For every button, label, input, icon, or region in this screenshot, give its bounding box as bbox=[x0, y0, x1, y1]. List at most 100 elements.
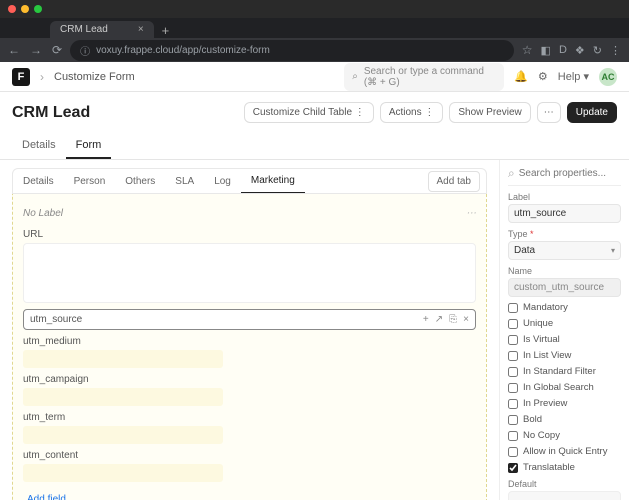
prop-type-label: Type * bbox=[508, 229, 621, 239]
extension-icon[interactable]: ⋮ bbox=[610, 44, 621, 57]
more-button[interactable]: ⋯ bbox=[537, 102, 561, 123]
back-icon[interactable]: ← bbox=[8, 43, 20, 57]
checkbox-is-virtual[interactable]: Is Virtual bbox=[508, 334, 621, 345]
checkbox-input[interactable] bbox=[508, 447, 518, 457]
form-tab-others[interactable]: Others bbox=[115, 170, 165, 193]
checkbox-input[interactable] bbox=[508, 335, 518, 345]
checkbox-mandatory[interactable]: Mandatory bbox=[508, 302, 621, 313]
move-icon[interactable]: ↗ bbox=[435, 314, 443, 325]
copy-icon[interactable]: ⎘ bbox=[449, 314, 457, 325]
section-menu-icon[interactable]: ⋯ bbox=[466, 208, 476, 219]
label-input[interactable] bbox=[508, 204, 621, 223]
form-tab-person[interactable]: Person bbox=[64, 170, 116, 193]
delete-icon[interactable]: × bbox=[463, 314, 469, 325]
extension-icon[interactable]: ↻ bbox=[593, 44, 602, 57]
checkbox-input[interactable] bbox=[508, 463, 518, 473]
tab-form[interactable]: Form bbox=[66, 133, 112, 159]
properties-panel: ⌕ × Label Type * Data▾ Name MandatoryUni… bbox=[499, 160, 629, 500]
search-icon: ⌕ bbox=[508, 166, 515, 181]
minimize-window-icon[interactable] bbox=[21, 5, 29, 13]
bookmark-icon[interactable]: ☆ bbox=[522, 43, 533, 57]
help-link[interactable]: Help ▾ bbox=[558, 70, 589, 83]
field-utm-content[interactable]: utm_content bbox=[23, 450, 476, 482]
field-input-preview bbox=[23, 350, 223, 368]
search-icon: ⌕ bbox=[352, 71, 358, 82]
selected-field-label: utm_source bbox=[30, 314, 82, 325]
form-tab-details[interactable]: Details bbox=[13, 170, 64, 193]
update-button[interactable]: Update bbox=[567, 102, 617, 123]
customize-child-table-button[interactable]: Customize Child Table ⋮ bbox=[244, 102, 374, 123]
checkbox-input[interactable] bbox=[508, 319, 518, 329]
type-select[interactable]: Data▾ bbox=[508, 241, 621, 260]
field-utm-campaign[interactable]: utm_campaign bbox=[23, 374, 476, 406]
command-search[interactable]: ⌕ Search or type a command (⌘ + G) bbox=[344, 63, 504, 91]
checkbox-in-list-view[interactable]: In List View bbox=[508, 350, 621, 361]
breadcrumb[interactable]: Customize Form bbox=[54, 71, 135, 83]
selected-field[interactable]: utm_source + ↗ ⎘ × bbox=[23, 309, 476, 330]
form-tab-sla[interactable]: SLA bbox=[165, 170, 204, 193]
prop-label-label: Label bbox=[508, 192, 621, 202]
checkbox-in-preview[interactable]: In Preview bbox=[508, 398, 621, 409]
default-input[interactable] bbox=[508, 491, 621, 500]
actions-button[interactable]: Actions ⋮ bbox=[380, 102, 444, 123]
show-preview-button[interactable]: Show Preview bbox=[449, 102, 530, 123]
avatar[interactable]: AC bbox=[599, 68, 617, 86]
page-title: CRM Lead bbox=[12, 104, 90, 122]
tab-title: CRM Lead bbox=[60, 24, 108, 35]
checkbox-unique[interactable]: Unique bbox=[508, 318, 621, 329]
url-input-preview bbox=[23, 243, 476, 303]
section-label: No Label bbox=[23, 208, 63, 219]
form-tab-marketing[interactable]: Marketing bbox=[241, 169, 305, 193]
checkbox-bold[interactable]: Bold bbox=[508, 414, 621, 425]
forward-icon[interactable]: → bbox=[30, 43, 42, 57]
new-tab-button[interactable]: + bbox=[154, 23, 178, 38]
checkbox-label: Translatable bbox=[523, 462, 575, 473]
maximize-window-icon[interactable] bbox=[34, 5, 42, 13]
field-utm-term[interactable]: utm_term bbox=[23, 412, 476, 444]
checkbox-no-copy[interactable]: No Copy bbox=[508, 430, 621, 441]
close-window-icon[interactable] bbox=[8, 5, 16, 13]
extension-icon[interactable]: D bbox=[559, 44, 567, 57]
properties-search-input[interactable] bbox=[519, 168, 629, 179]
address-bar[interactable]: ⓘ voxuy.frappe.cloud/app/customize-form bbox=[70, 40, 514, 61]
name-input[interactable] bbox=[508, 278, 621, 297]
reload-icon[interactable]: ⟳ bbox=[52, 43, 62, 57]
checkbox-label: Is Virtual bbox=[523, 334, 560, 345]
field-input-preview bbox=[23, 426, 223, 444]
checkbox-label: Mandatory bbox=[523, 302, 568, 313]
add-field-button[interactable]: Add field bbox=[23, 488, 476, 500]
settings-icon[interactable]: ⚙ bbox=[538, 70, 548, 83]
app-topbar: F › Customize Form ⌕ Search or type a co… bbox=[0, 62, 629, 92]
checkbox-label: In Standard Filter bbox=[523, 366, 596, 377]
add-icon[interactable]: + bbox=[423, 314, 429, 325]
add-tab-button[interactable]: Add tab bbox=[428, 171, 480, 192]
browser-tab[interactable]: CRM Lead × bbox=[50, 21, 154, 38]
extension-icon[interactable]: ❖ bbox=[575, 44, 585, 57]
browser-tabbar: CRM Lead × + bbox=[0, 18, 629, 38]
close-tab-icon[interactable]: × bbox=[138, 24, 144, 35]
notifications-icon[interactable]: 🔔 bbox=[514, 70, 528, 83]
checkbox-input[interactable] bbox=[508, 367, 518, 377]
form-canvas: No Label ⋯ URL utm_source + ↗ ⎘ × bbox=[12, 194, 487, 500]
checkbox-input[interactable] bbox=[508, 351, 518, 361]
tab-details[interactable]: Details bbox=[12, 133, 66, 159]
checkbox-label: In Global Search bbox=[523, 382, 594, 393]
site-info-icon[interactable]: ⓘ bbox=[80, 43, 90, 58]
checkbox-input[interactable] bbox=[508, 431, 518, 441]
checkbox-input[interactable] bbox=[508, 415, 518, 425]
checkbox-input[interactable] bbox=[508, 383, 518, 393]
browser-urlbar: ← → ⟳ ⓘ voxuy.frappe.cloud/app/customize… bbox=[0, 38, 629, 62]
form-tab-log[interactable]: Log bbox=[204, 170, 241, 193]
checkbox-allow-in-quick-entry[interactable]: Allow in Quick Entry bbox=[508, 446, 621, 457]
checkbox-in-standard-filter[interactable]: In Standard Filter bbox=[508, 366, 621, 377]
checkbox-input[interactable] bbox=[508, 399, 518, 409]
app-logo[interactable]: F bbox=[12, 68, 30, 86]
form-tabs: Details Person Others SLA Log Marketing … bbox=[12, 168, 487, 194]
extension-icon[interactable]: ◧ bbox=[541, 44, 551, 57]
checkbox-in-global-search[interactable]: In Global Search bbox=[508, 382, 621, 393]
field-utm-medium[interactable]: utm_medium bbox=[23, 336, 476, 368]
field-url[interactable]: URL bbox=[23, 229, 476, 303]
window-titlebar bbox=[0, 0, 629, 18]
checkbox-input[interactable] bbox=[508, 303, 518, 313]
checkbox-translatable[interactable]: Translatable bbox=[508, 462, 621, 473]
